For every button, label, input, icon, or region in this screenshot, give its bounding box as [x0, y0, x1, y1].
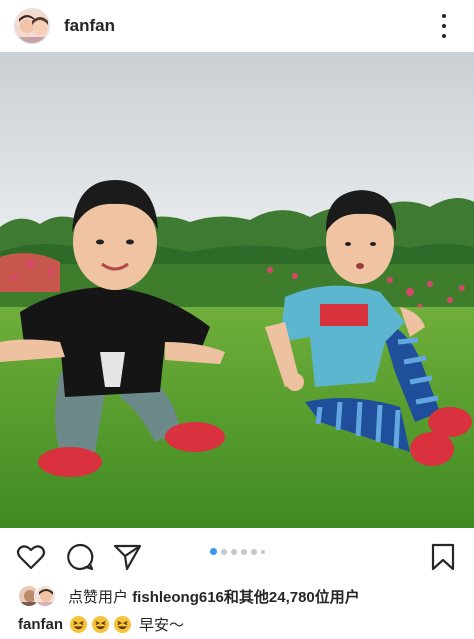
carousel-dot[interactable]	[231, 548, 237, 555]
caption-row: fanfan 早安～	[18, 614, 184, 635]
action-bar	[0, 528, 474, 584]
likes-prefix: 点赞用户	[68, 588, 129, 606]
caption-username[interactable]: fanfan	[18, 616, 63, 633]
carousel-dot-active[interactable]	[210, 548, 217, 555]
post-photo[interactable]	[0, 52, 474, 528]
caption-text: 早安～	[139, 617, 185, 634]
post-header: fanfan	[0, 0, 474, 52]
grinning-squint-emoji-icon	[69, 615, 88, 634]
carousel-dot[interactable]	[251, 548, 257, 555]
more-vertical-icon[interactable]	[434, 12, 454, 40]
comment-icon[interactable]	[65, 542, 95, 572]
liker-avatars[interactable]	[18, 585, 62, 607]
profile-avatar[interactable]	[14, 8, 50, 44]
post-username[interactable]: fanfan	[64, 16, 115, 36]
likes-user-link[interactable]: fishleong616	[132, 589, 224, 606]
carousel-dot[interactable]	[261, 549, 265, 554]
carousel-indicator	[210, 548, 265, 555]
carousel-dot[interactable]	[221, 548, 227, 555]
bookmark-icon[interactable]	[428, 542, 458, 572]
grinning-squint-emoji-icon	[113, 615, 132, 634]
send-icon[interactable]	[113, 542, 143, 572]
likes-row: 点赞用户 fishleong616和其他24,780位用户	[18, 584, 360, 608]
likes-count-link[interactable]: 和其他24,780位用户	[224, 589, 360, 606]
grinning-squint-emoji-icon	[91, 615, 110, 634]
heart-icon[interactable]	[16, 542, 46, 572]
carousel-dot[interactable]	[241, 548, 247, 555]
